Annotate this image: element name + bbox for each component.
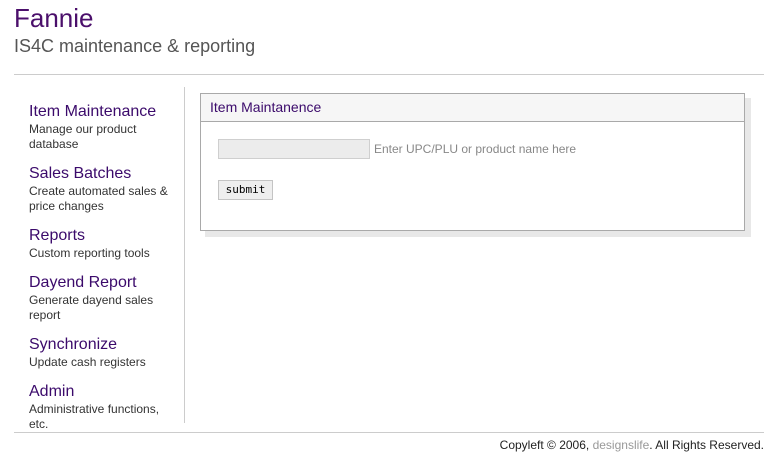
panel-title: Item Maintanence [201,94,744,122]
header-divider [14,74,764,75]
sidebar-link-admin[interactable]: Admin [29,382,179,402]
sidebar-item-item-maintenance: Item Maintenance Manage our product data… [29,102,179,152]
sidebar-link-reports[interactable]: Reports [29,226,179,246]
sidebar-item-description: Generate dayend sales report [29,293,154,322]
sidebar-link-dayend-report[interactable]: Dayend Report [29,273,179,293]
sidebar-item-description: Manage our product database [29,122,137,151]
page: Fannie IS4C maintenance & reporting Item… [0,0,777,464]
sidebar-item-admin: Admin Administrative functions, etc. [29,382,179,432]
sidebar-item-description: Create automated sales & price changes [29,184,168,213]
site-subtitle: IS4C maintenance & reporting [14,36,256,56]
footer-prefix: Copyleft © 2006, [499,438,593,452]
search-hint: Enter UPC/PLU or product name here [374,142,577,156]
site-title: Fannie [14,3,94,33]
sidebar-item-dayend-report: Dayend Report Generate dayend sales repo… [29,273,179,323]
sidebar-item-reports: Reports Custom reporting tools [29,226,179,261]
sidebar-item-description: Update cash registers [29,355,146,369]
sidebar-link-synchronize[interactable]: Synchronize [29,335,179,355]
sidebar-link-sales-batches[interactable]: Sales Batches [29,164,179,184]
footer-divider [14,432,764,433]
submit-button[interactable]: submit [218,180,273,200]
footer: Copyleft © 2006, designslife. All Rights… [500,438,764,452]
site-header: Fannie IS4C maintenance & reporting [14,3,255,57]
search-row: Enter UPC/PLU or product name here [218,139,576,159]
sidebar-item-description: Custom reporting tools [29,246,150,260]
sidebar-divider [184,87,185,423]
footer-link-designslife[interactable]: designslife [593,438,650,452]
sidebar-item-sales-batches: Sales Batches Create automated sales & p… [29,164,179,214]
search-input[interactable] [218,139,370,159]
footer-suffix: . All Rights Reserved. [649,438,764,452]
sidebar-item-description: Administrative functions, etc. [29,402,160,431]
sidebar-link-item-maintenance[interactable]: Item Maintenance [29,102,179,122]
item-maintenance-panel: Item Maintanence Enter UPC/PLU or produc… [200,93,745,231]
sidebar-nav: Item Maintenance Manage our product data… [29,102,179,444]
sidebar-item-synchronize: Synchronize Update cash registers [29,335,179,370]
